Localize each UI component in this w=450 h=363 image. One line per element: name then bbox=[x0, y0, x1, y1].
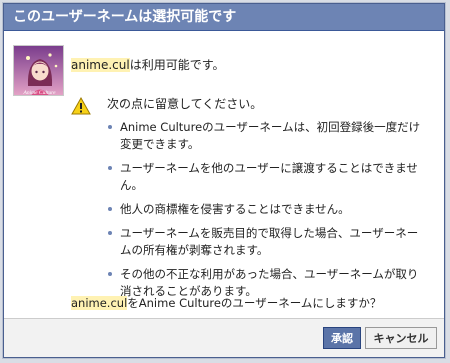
question-text: をAnime Cultureのユーザーネームにしますか？ bbox=[127, 296, 382, 310]
list-item: 他人の商標権を侵害することはできません。 bbox=[107, 201, 429, 218]
availability-text: は利用可能です。 bbox=[129, 58, 225, 72]
list-item-text: 他人の商標権を侵害することはできません。 bbox=[120, 202, 350, 216]
cancel-button[interactable]: キャンセル bbox=[365, 327, 437, 349]
list-item: ユーザーネームを販売目的で取得した場合、ユーザーネームの所有権が剥奪されます。 bbox=[107, 225, 429, 259]
notice-title: 次の点に留意してください。 bbox=[107, 97, 263, 111]
dialog-title: このユーザーネームは選択可能です bbox=[4, 4, 444, 31]
availability-message: anime.culは利用可能です。 bbox=[71, 56, 225, 73]
confirmation-question: anime.culをAnime Cultureのユーザーネームにしますか？ bbox=[71, 295, 381, 311]
list-item-text: その他の不正な利用があった場合、ユーザーネームが取り消されることがあります。 bbox=[120, 267, 419, 298]
avatar-image: Anime Culture bbox=[14, 46, 63, 96]
username-highlight: anime.cul bbox=[71, 296, 128, 310]
username-dialog: このユーザーネームは選択可能です Anime Culture anime.cul… bbox=[3, 3, 445, 358]
avatar: Anime Culture bbox=[13, 45, 64, 96]
bullet-icon bbox=[108, 207, 112, 211]
list-item-text: ユーザーネームを他のユーザーに譲渡することはできません。 bbox=[120, 161, 418, 192]
bullet-icon bbox=[108, 272, 112, 276]
bullet-icon bbox=[108, 231, 112, 235]
list-item-text: ユーザーネームを販売目的で取得した場合、ユーザーネームの所有権が剥奪されます。 bbox=[120, 226, 419, 257]
dialog-footer: 承認 キャンセル bbox=[4, 318, 444, 357]
bullet-icon bbox=[108, 125, 112, 129]
username-highlight: anime.cul bbox=[71, 58, 130, 72]
list-item-text: Anime Cultureのユーザーネームは、初回登録後一度だけ変更できます。 bbox=[120, 120, 421, 151]
warning-icon bbox=[71, 97, 91, 115]
rules-list: Anime Cultureのユーザーネームは、初回登録後一度だけ変更できます。 … bbox=[107, 119, 429, 307]
dialog-content: Anime Culture anime.culは利用可能です。 次の点に留意して… bbox=[4, 31, 444, 318]
bullet-icon bbox=[108, 166, 112, 170]
list-item: ユーザーネームを他のユーザーに譲渡することはできません。 bbox=[107, 160, 429, 194]
list-item: Anime Cultureのユーザーネームは、初回登録後一度だけ変更できます。 bbox=[107, 119, 429, 153]
avatar-label: Anime Culture bbox=[22, 90, 56, 96]
confirm-button[interactable]: 承認 bbox=[323, 327, 361, 349]
